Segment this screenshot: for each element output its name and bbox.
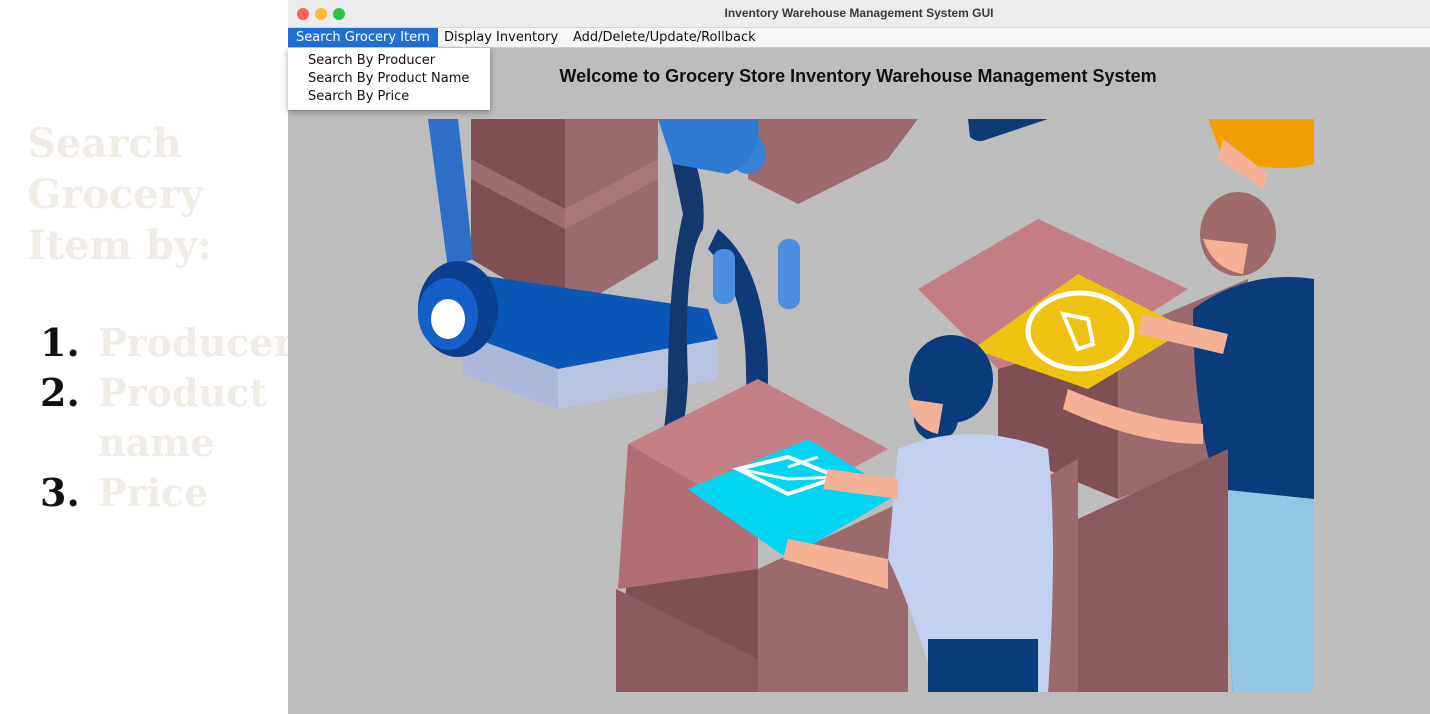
side-list-item: 2. Product name bbox=[40, 368, 273, 468]
menu-display-inventory[interactable]: Display Inventory bbox=[436, 28, 566, 47]
side-list-item: 3. Price bbox=[40, 468, 273, 518]
menu-search-grocery-item[interactable]: Search Grocery Item bbox=[288, 28, 438, 47]
welcome-heading: Welcome to Grocery Store Inventory Wareh… bbox=[559, 66, 1157, 86]
list-number: 3. bbox=[40, 470, 80, 515]
window-title: Inventory Warehouse Management System GU… bbox=[724, 6, 994, 20]
list-number: 1. bbox=[40, 320, 80, 365]
bottom-strip bbox=[288, 692, 1430, 714]
dropdown-item-search-by-producer[interactable]: Search By Producer bbox=[308, 52, 435, 70]
side-list-item: 1. Producer bbox=[40, 318, 294, 368]
dropdown-item-search-by-price[interactable]: Search By Price bbox=[308, 88, 409, 106]
warehouse-illustration bbox=[418, 119, 1314, 693]
list-label: Producer bbox=[98, 320, 294, 365]
dropdown-item-search-by-product-name[interactable]: Search By Product Name bbox=[308, 70, 469, 88]
side-annotation: Search Grocery Item by: 1. Producer 2. Pro… bbox=[0, 0, 294, 714]
menu-add-delete-update-rollback[interactable]: Add/Delete/Update/Rollback bbox=[565, 28, 764, 47]
side-list: 1. Producer 2. Product name 3. Price bbox=[40, 318, 294, 518]
app-window: Inventory Warehouse Management System GU… bbox=[288, 0, 1430, 714]
box-top-middle bbox=[748, 119, 918, 204]
side-title: Search Grocery Item by: bbox=[27, 120, 212, 269]
list-label: Product name bbox=[98, 370, 267, 465]
menu-bar: Search Grocery Item Display Inventory Ad… bbox=[288, 28, 1430, 48]
title-bar: Inventory Warehouse Management System GU… bbox=[288, 0, 1430, 28]
shape-top bbox=[968, 119, 1048, 142]
search-dropdown-menu: Search By Producer Search By Product Nam… bbox=[288, 48, 490, 110]
list-number: 2. bbox=[40, 370, 80, 415]
list-label: Price bbox=[98, 470, 209, 515]
